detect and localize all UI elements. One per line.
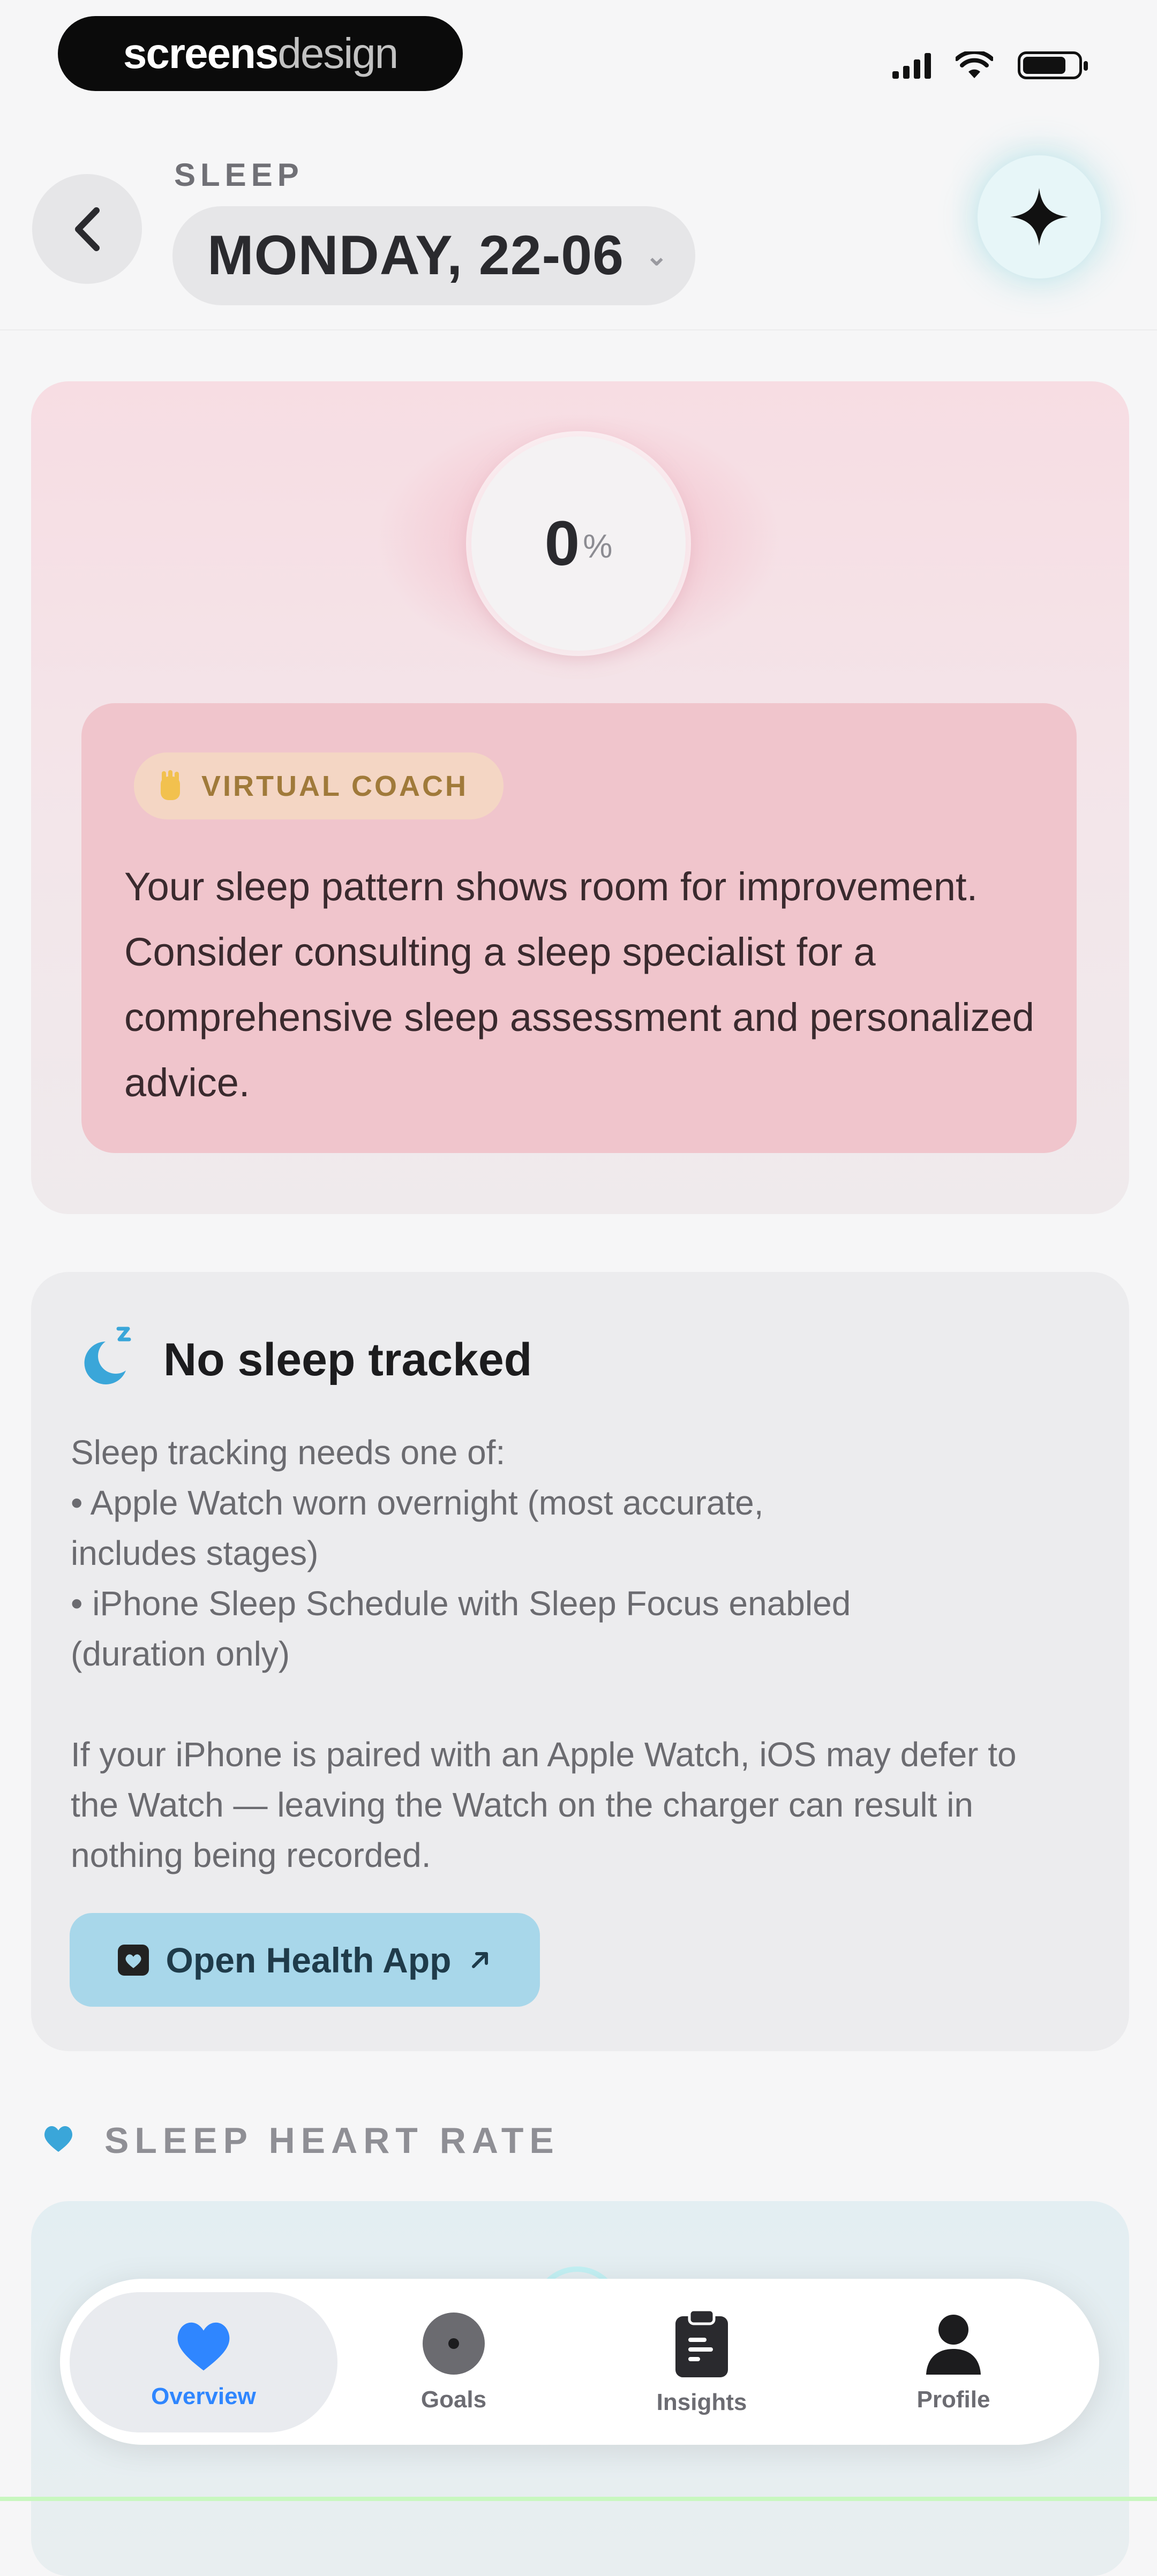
sleep-score-unit: % (583, 528, 613, 565)
sleep-score-ring: 0% (471, 436, 686, 651)
ai-assistant-button[interactable] (978, 155, 1101, 278)
signal-icon (892, 52, 931, 79)
sleep-heart-rate-label: SLEEP HEART RATE (104, 2120, 560, 2161)
external-link-icon (472, 1952, 489, 1968)
chevron-down-icon: ⌄ (645, 240, 668, 271)
battery-icon (1018, 51, 1088, 79)
brand-logo-light: design (277, 29, 399, 77)
tab-goals[interactable]: Goals (373, 2292, 534, 2432)
health-app-icon (117, 1944, 149, 1976)
hand-icon (161, 770, 180, 800)
open-health-app-button[interactable]: Open Health App (70, 1913, 540, 2007)
virtual-coach-label: VIRTUAL COACH (201, 770, 469, 802)
heart-icon (177, 2322, 230, 2371)
tab-insights[interactable]: Insights (621, 2292, 782, 2432)
clipboard-icon (675, 2309, 728, 2377)
sleep-score-value: 0 (544, 508, 580, 579)
tab-goals-label: Goals (420, 2386, 487, 2413)
tab-overview-label: Overview (151, 2383, 256, 2409)
date-selector[interactable]: MONDAY, 22-06 ⌄ (172, 206, 695, 305)
no-sleep-title: No sleep tracked (163, 1334, 532, 1385)
date-label: MONDAY, 22-06 (207, 224, 624, 287)
no-sleep-description: Sleep tracking needs one of: • Apple Wat… (71, 1433, 1017, 1874)
chevron-left-icon (74, 207, 100, 251)
open-health-app-label: Open Health App (166, 1940, 452, 1980)
tab-profile[interactable]: Profile (873, 2292, 1034, 2432)
target-icon (423, 2313, 485, 2375)
back-button[interactable] (32, 174, 142, 284)
tab-profile-label: Profile (916, 2386, 990, 2413)
heart-icon (44, 2126, 72, 2152)
virtual-coach-badge: VIRTUAL COACH (134, 752, 504, 819)
brand-logo: screens design (58, 16, 463, 91)
person-icon (926, 2315, 981, 2375)
tab-overview[interactable]: Overview (123, 2292, 284, 2432)
bottom-edge (0, 2497, 1157, 2501)
status-icons (892, 44, 1088, 87)
coach-message: Your sleep pattern shows room for improv… (124, 864, 1034, 1105)
tab-insights-label: Insights (656, 2389, 747, 2415)
wifi-icon (956, 51, 993, 78)
brand-logo-bold: screens (123, 29, 279, 77)
section-label: SLEEP (174, 157, 304, 193)
sparkle-icon (1010, 188, 1068, 246)
moon-icon (84, 1327, 131, 1384)
header-divider (0, 329, 1157, 330)
